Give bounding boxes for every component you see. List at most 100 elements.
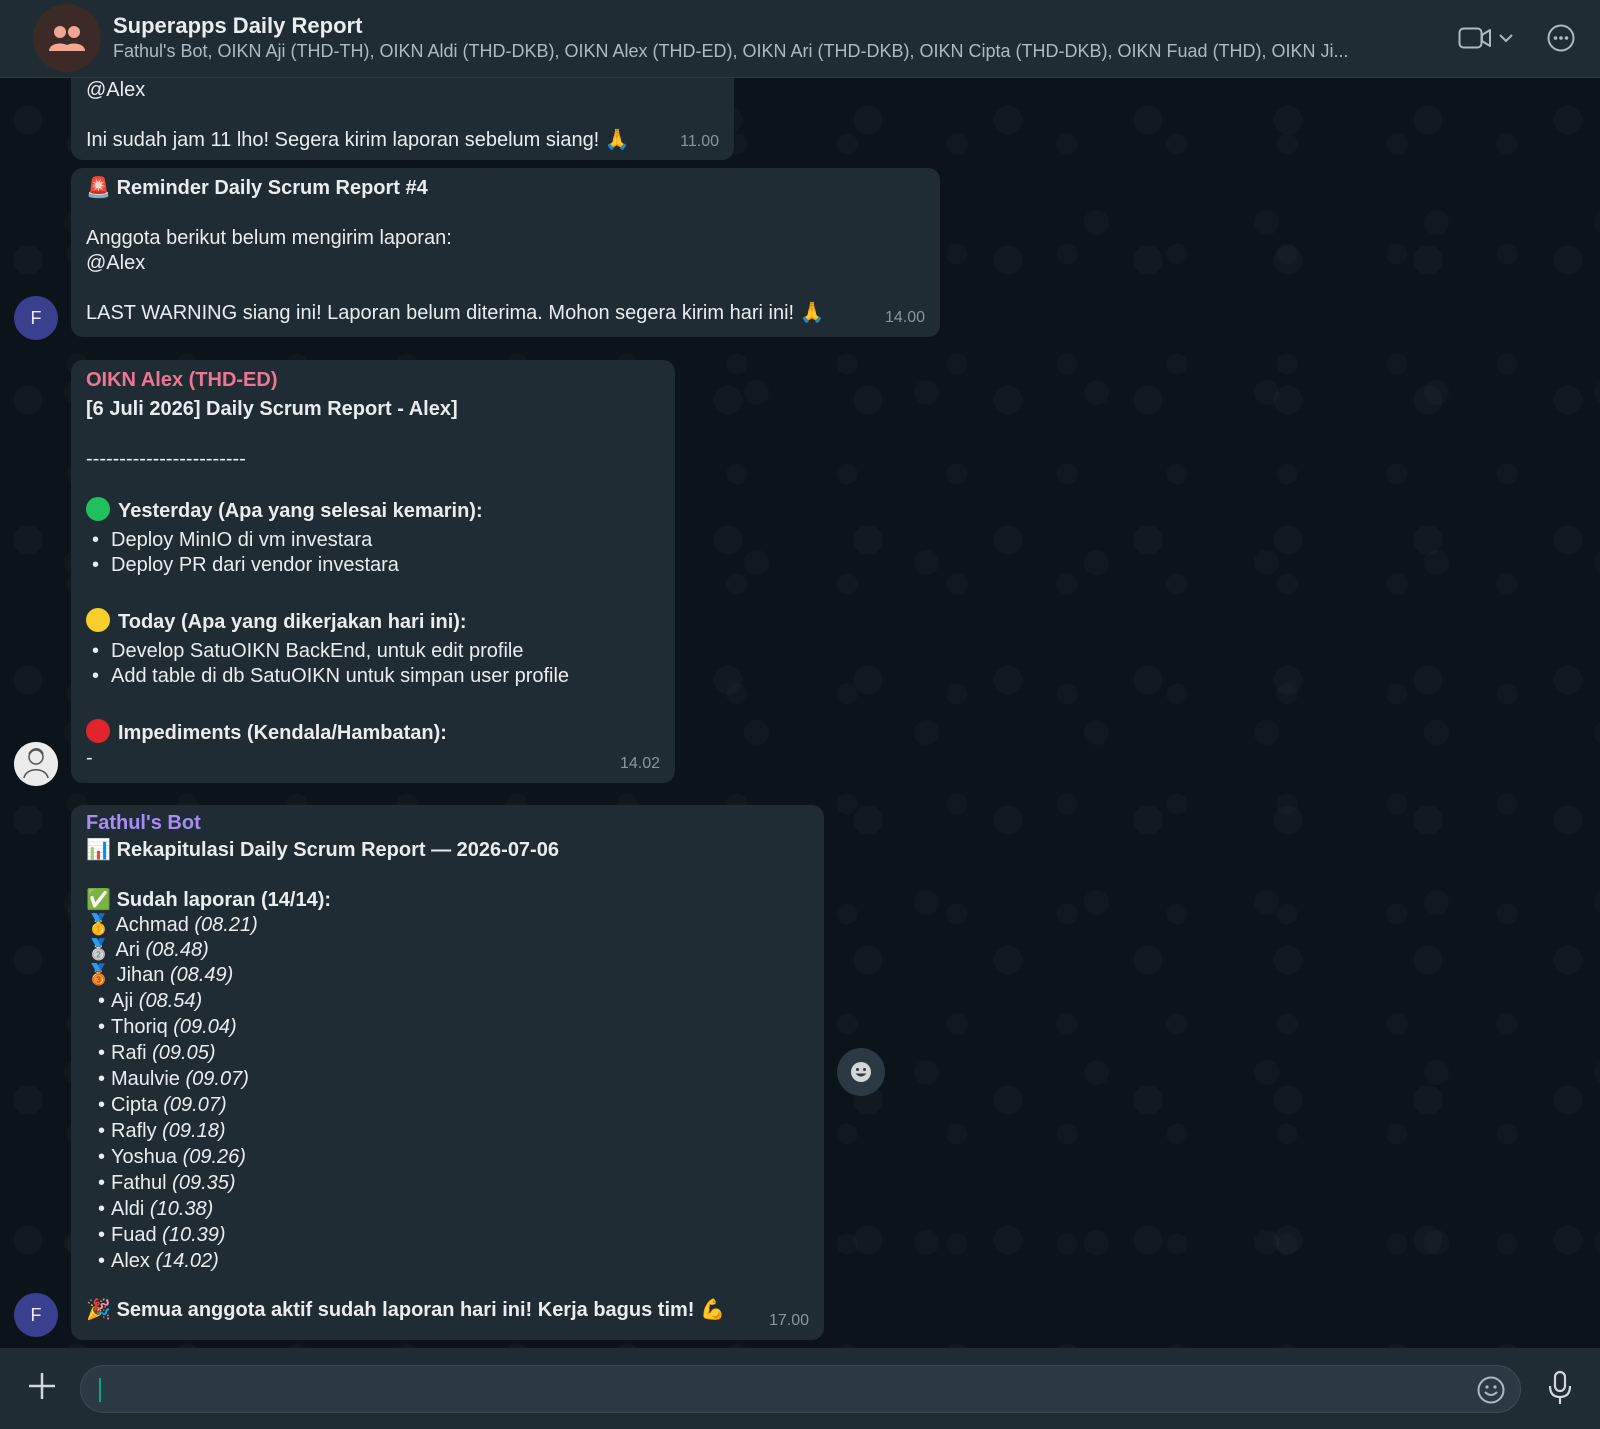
- member-name: Rafi: [111, 1042, 147, 1064]
- message-text: Ini sudah jam 11 lho! Segera kirim lapor…: [86, 129, 630, 151]
- plus-icon: [29, 1373, 55, 1399]
- member-name: Jihan: [116, 964, 165, 986]
- message-time: 11.00: [680, 133, 719, 150]
- recap-title: Rekapitulasi Daily Scrum Report — 2026-0…: [116, 839, 559, 861]
- chat-title[interactable]: Superapps Daily Report: [113, 13, 362, 39]
- mention[interactable]: @Alex: [86, 78, 719, 103]
- green-circle-icon: [86, 497, 110, 521]
- member-time: (08.48): [145, 939, 209, 961]
- emoji-button[interactable]: [1476, 1375, 1506, 1405]
- list-item: Rafi (09.05): [86, 1040, 809, 1066]
- divider-text: ------------------------: [86, 448, 246, 470]
- message-input[interactable]: [99, 1372, 1443, 1408]
- text-caret: [99, 1378, 101, 1402]
- done-label: Sudah laporan (14/14):: [116, 889, 332, 911]
- list-item: Aji (08.54): [86, 988, 809, 1014]
- avatar-illustration-icon: [14, 742, 58, 786]
- list-item: Deploy MinIO di vm investara: [86, 528, 660, 553]
- sender-name[interactable]: OIKN Alex (THD-ED): [86, 368, 660, 393]
- voice-message-button[interactable]: [1543, 1366, 1577, 1410]
- message-text: Anggota berikut belum mengirim laporan:: [86, 227, 452, 249]
- member-time: (09.18): [162, 1120, 226, 1142]
- react-button[interactable]: [837, 1048, 885, 1096]
- gold-medal-icon: 🥇: [86, 914, 111, 936]
- today-label: Today (Apa yang dikerjakan hari ini):: [118, 611, 467, 633]
- member-name: Fathul: [111, 1172, 167, 1194]
- message-bubble[interactable]: @Alex Ini sudah jam 11 lho! Segera kirim…: [71, 78, 734, 160]
- bot-avatar[interactable]: F: [14, 296, 58, 340]
- list-item: 🥈 Ari (08.48): [86, 938, 809, 963]
- check-mark-icon: ✅: [86, 889, 111, 911]
- member-name: Thoriq: [111, 1016, 168, 1038]
- more-options-button[interactable]: [1543, 20, 1579, 56]
- chat-header: Superapps Daily Report Fathul's Bot, OIK…: [0, 0, 1600, 78]
- member-name: Cipta: [111, 1094, 158, 1116]
- user-avatar[interactable]: [14, 742, 58, 786]
- list-item: Develop SatuOIKN BackEnd, untuk edit pro…: [86, 639, 660, 664]
- member-time: (08.54): [138, 990, 203, 1012]
- list-item: Fathul (09.35): [86, 1170, 809, 1196]
- member-time: (09.35): [172, 1172, 236, 1194]
- list-item: Add table di db SatuOIKN untuk simpan us…: [86, 664, 660, 689]
- bot-avatar[interactable]: F: [14, 1293, 58, 1337]
- emoji-reaction-icon: [851, 1062, 871, 1082]
- member-time: (10.39): [162, 1224, 226, 1246]
- sender-name[interactable]: Fathul's Bot: [86, 811, 809, 836]
- siren-icon: 🚨: [86, 177, 111, 199]
- emoji-icon: [1477, 1376, 1505, 1404]
- group-icon: [49, 26, 85, 51]
- impediments-label: Impediments (Kendala/Hambatan):: [118, 722, 447, 744]
- composer-bar: [0, 1348, 1600, 1429]
- member-name: Ari: [115, 939, 140, 961]
- list-item: Cipta (09.07): [86, 1092, 809, 1118]
- member-time: (09.26): [182, 1146, 246, 1168]
- microphone-icon: [1548, 1370, 1572, 1404]
- message-time: 14.02: [619, 755, 660, 772]
- silver-medal-icon: 🥈: [86, 939, 111, 961]
- video-call-icon: [1458, 27, 1491, 49]
- list-item: Aldi (10.38): [86, 1196, 809, 1222]
- member-name: Rafly: [111, 1120, 157, 1142]
- member-time: (10.38): [149, 1198, 214, 1220]
- more-options-icon: [1547, 24, 1575, 52]
- mention[interactable]: @Alex: [86, 251, 925, 276]
- reminder-title: Reminder Daily Scrum Report #4: [116, 177, 428, 199]
- member-name: Aldi: [111, 1198, 145, 1220]
- attach-button[interactable]: [22, 1366, 62, 1406]
- chevron-down-icon: [1499, 34, 1513, 43]
- party-popper-icon: 🎉: [86, 1299, 111, 1321]
- warning-text: LAST WARNING siang ini! Laporan belum di…: [86, 302, 825, 324]
- member-name: Alex: [111, 1250, 150, 1272]
- message-input-container[interactable]: [80, 1365, 1521, 1413]
- list-item: Yoshua (09.26): [86, 1144, 809, 1170]
- message-bubble[interactable]: Fathul's Bot 📊 Rekapitulasi Daily Scrum …: [71, 805, 824, 1340]
- member-time: (08.49): [169, 964, 234, 986]
- bar-chart-icon: 📊: [86, 839, 111, 861]
- list-item: Alex (14.02): [86, 1248, 809, 1274]
- list-item: Maulvie (09.07): [86, 1066, 809, 1092]
- list-item: 🥇 Achmad (08.21): [86, 913, 809, 938]
- member-name: Yoshua: [111, 1146, 177, 1168]
- participants-list[interactable]: Fathul's Bot, OIKN Aji (THD-TH), OIKN Al…: [113, 41, 1413, 62]
- impediments-value: -: [86, 747, 93, 769]
- message-list[interactable]: @Alex Ini sudah jam 11 lho! Segera kirim…: [0, 78, 1600, 1348]
- member-name: Fuad: [111, 1224, 157, 1246]
- member-name: Maulvie: [111, 1068, 180, 1090]
- report-title: [6 Juli 2026] Daily Scrum Report - Alex]: [86, 398, 458, 420]
- member-name: Aji: [111, 990, 134, 1012]
- message-bubble[interactable]: 🚨 Reminder Daily Scrum Report #4 Anggota…: [71, 168, 940, 337]
- member-time: (08.21): [194, 914, 258, 936]
- list-item: Rafly (09.18): [86, 1118, 809, 1144]
- bronze-medal-icon: 🥉: [86, 964, 111, 986]
- member-time: (09.05): [152, 1042, 216, 1064]
- group-avatar[interactable]: [33, 4, 101, 72]
- list-item: Fuad (10.39): [86, 1222, 809, 1248]
- list-item: Thoriq (09.04): [86, 1014, 809, 1040]
- video-call-button[interactable]: [1455, 20, 1517, 56]
- message-bubble[interactable]: OIKN Alex (THD-ED) [6 Juli 2026] Daily S…: [71, 360, 675, 783]
- member-name: Achmad: [115, 914, 189, 936]
- yellow-circle-icon: [86, 608, 110, 632]
- message-time: 17.00: [768, 1312, 809, 1329]
- closing-text: Semua anggota aktif sudah laporan hari i…: [116, 1299, 725, 1321]
- member-time: (09.04): [173, 1016, 237, 1038]
